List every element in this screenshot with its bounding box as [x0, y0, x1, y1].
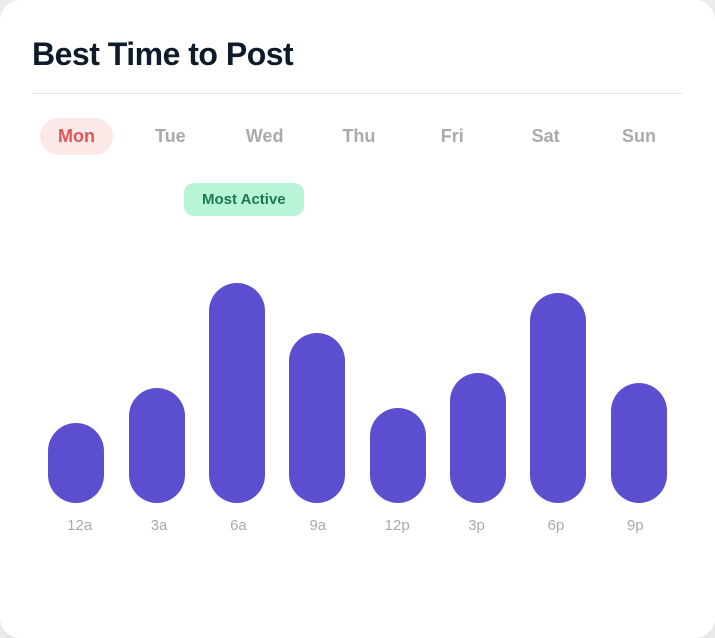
bar-6a[interactable]	[209, 283, 265, 503]
bar-wrapper-6a	[201, 283, 273, 503]
time-label-9p: 9p	[596, 517, 675, 534]
time-labels: 12a3a6a9a12p3p6p9p	[32, 503, 683, 534]
bar-9a[interactable]	[289, 333, 345, 503]
page-title: Best Time to Post	[32, 36, 683, 73]
day-tab-thu[interactable]: Thu	[323, 118, 395, 155]
day-tab-sun[interactable]: Sun	[603, 118, 675, 155]
bar-9p[interactable]	[611, 383, 667, 503]
day-tabs-container: Mon Tue Wed Thu Fri Sat Sun	[32, 118, 683, 155]
bar-wrapper-6p	[522, 293, 594, 503]
bar-12a[interactable]	[48, 423, 104, 503]
time-label-9a: 9a	[278, 517, 357, 534]
time-label-6a: 6a	[199, 517, 278, 534]
bar-wrapper-12p	[362, 408, 434, 503]
bar-12p[interactable]	[370, 408, 426, 503]
time-label-12a: 12a	[40, 517, 119, 534]
bar-wrapper-9a	[281, 333, 353, 503]
time-label-12p: 12p	[358, 517, 437, 534]
bar-wrapper-12a	[40, 423, 112, 503]
most-active-badge: Most Active	[184, 183, 304, 216]
bar-3p[interactable]	[450, 373, 506, 503]
bar-6p[interactable]	[530, 293, 586, 503]
day-tab-mon[interactable]: Mon	[40, 118, 113, 155]
day-tab-tue[interactable]: Tue	[134, 118, 206, 155]
time-label-3p: 3p	[437, 517, 516, 534]
time-label-3a: 3a	[119, 517, 198, 534]
bar-3a[interactable]	[129, 388, 185, 503]
bar-wrapper-9p	[603, 383, 675, 503]
bar-wrapper-3p	[442, 373, 514, 503]
time-label-6p: 6p	[516, 517, 595, 534]
day-tab-fri[interactable]: Fri	[416, 118, 488, 155]
chart-area: Most Active 12a3a6a9a12p3p6p9p	[32, 183, 683, 610]
bar-wrapper-3a	[120, 388, 192, 503]
best-time-card: Best Time to Post MonTueWedThuFriSatSun …	[0, 0, 715, 638]
day-tab-wed[interactable]: Wed	[228, 118, 302, 155]
day-tab-sat[interactable]: Sat	[510, 118, 582, 155]
bars-container	[32, 183, 683, 503]
divider	[32, 93, 683, 94]
